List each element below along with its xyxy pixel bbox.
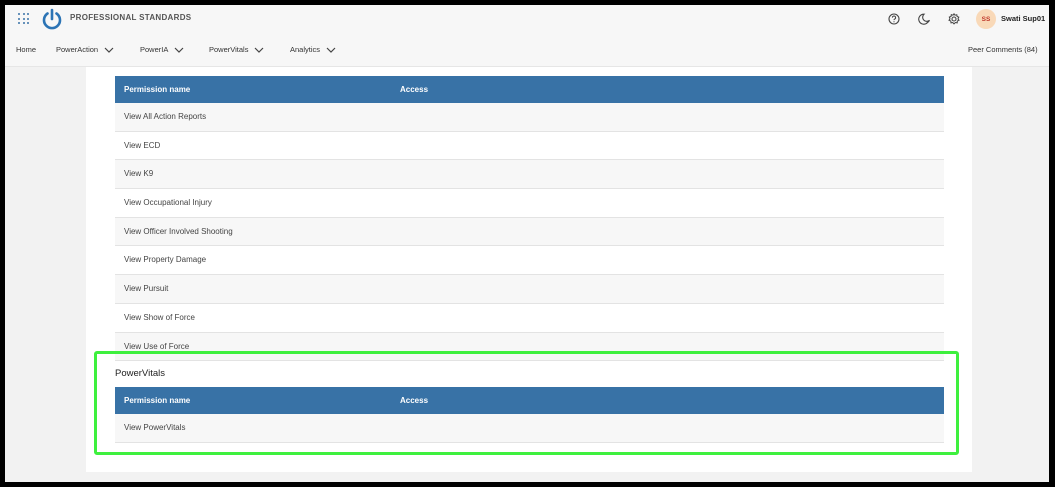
- nav-poweraction[interactable]: PowerAction: [56, 45, 114, 54]
- main-nav: Home PowerAction PowerIA PowerVitals Ana…: [5, 33, 1049, 67]
- header-access[interactable]: Access: [400, 396, 428, 405]
- help-icon[interactable]: [887, 12, 901, 26]
- table-row: View Use of Force: [115, 332, 944, 362]
- peer-comments-link[interactable]: Peer Comments (84): [968, 45, 1038, 54]
- nav-poweria[interactable]: PowerIA: [140, 45, 184, 54]
- dark-mode-moon-icon[interactable]: [918, 12, 932, 26]
- header-access[interactable]: Access: [400, 85, 428, 94]
- section-title-powervitals: PowerVitals: [115, 368, 165, 379]
- table-row: View ECD: [115, 132, 944, 161]
- table-header: Permission name Access: [115, 76, 944, 103]
- table-row: View Officer Involved Shooting: [115, 217, 944, 247]
- chevron-down-icon: [255, 47, 264, 53]
- table-row: View PowerVitals: [115, 414, 944, 443]
- chevron-down-icon: [174, 47, 184, 53]
- table-row: View Show of Force: [115, 304, 944, 333]
- nav-powervitals[interactable]: PowerVitals: [209, 45, 264, 54]
- permissions-table: Permission name Access View All Action R…: [115, 76, 944, 362]
- apps-grid-icon[interactable]: [18, 13, 30, 25]
- permission-name: View Occupational Injury: [124, 198, 212, 208]
- permissions-card: Permission name Access View All Action R…: [86, 67, 972, 472]
- table-header: Permission name Access: [115, 387, 944, 414]
- permission-name: View Pursuit: [124, 284, 169, 294]
- permission-name: View Show of Force: [124, 312, 195, 322]
- powervitals-permissions-table: Permission name Access View PowerVitals: [115, 387, 944, 443]
- nav-poweria-label: PowerIA: [140, 45, 169, 54]
- nav-home-label: Home: [16, 45, 37, 54]
- header-permission-name[interactable]: Permission name: [124, 85, 190, 94]
- permission-name: View K9: [124, 169, 154, 179]
- permission-name: View All Action Reports: [124, 112, 207, 121]
- app-screen: PROFESSIONAL STANDARDS SS Swati Sup01 Ho…: [5, 5, 1049, 482]
- header-permission-name[interactable]: Permission name: [124, 396, 190, 405]
- permission-name: View Officer Involved Shooting: [124, 226, 233, 236]
- chevron-down-icon: [326, 47, 336, 53]
- permission-name: View ECD: [124, 140, 161, 150]
- table-row: View K9: [115, 160, 944, 190]
- nav-poweraction-label: PowerAction: [56, 45, 99, 54]
- permission-name: View PowerVitals: [124, 423, 186, 432]
- table-row: View All Action Reports: [115, 103, 944, 132]
- user-name[interactable]: Swati Sup01: [1001, 14, 1045, 23]
- settings-gear-icon[interactable]: [947, 12, 961, 26]
- top-bar: PROFESSIONAL STANDARDS SS Swati Sup01: [5, 5, 1049, 33]
- brand-title: PROFESSIONAL STANDARDS: [70, 13, 192, 22]
- table-row: View Pursuit: [115, 275, 944, 304]
- permission-name: View Use of Force: [124, 341, 190, 351]
- chevron-down-icon: [104, 47, 114, 53]
- table-row: View Occupational Injury: [115, 189, 944, 218]
- nav-home[interactable]: Home: [16, 45, 36, 54]
- nav-analytics[interactable]: Analytics: [290, 45, 336, 54]
- nav-powervitals-label: PowerVitals: [209, 45, 249, 54]
- power-logo-icon[interactable]: [41, 8, 63, 30]
- table-row: View Property Damage: [115, 246, 944, 276]
- nav-analytics-label: Analytics: [290, 45, 321, 54]
- permission-name: View Property Damage: [124, 255, 207, 265]
- user-avatar[interactable]: SS: [976, 9, 996, 29]
